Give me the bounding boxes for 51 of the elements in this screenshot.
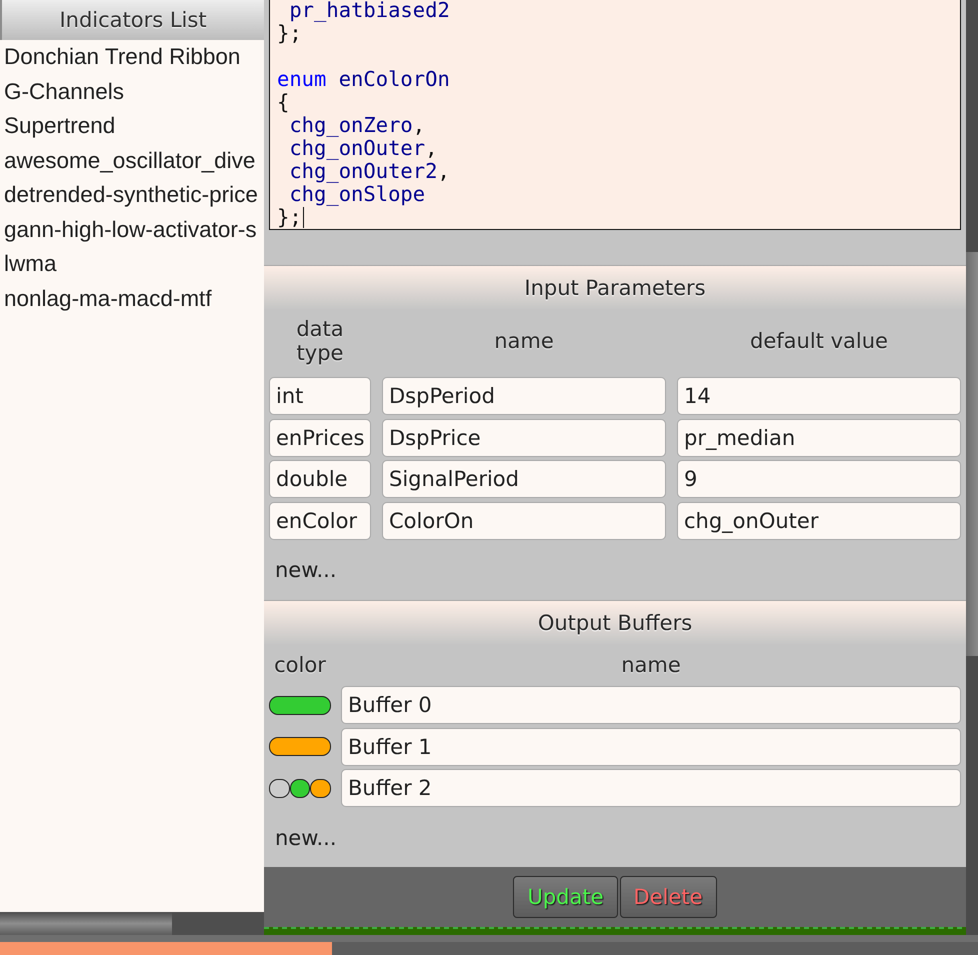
list-item[interactable]: Donchian Trend Ribbon xyxy=(0,40,264,74)
column-header: data type xyxy=(296,317,344,365)
data-type-field[interactable]: enColor xyxy=(269,502,371,540)
code-line: { xyxy=(277,91,290,114)
code-line: chg_onZero, xyxy=(288,114,426,137)
section-header: Output Buffers xyxy=(264,601,966,645)
list-item[interactable]: Supertrend xyxy=(0,109,264,144)
default-value-field[interactable]: 14 xyxy=(677,377,961,415)
code-line: pr_hatbiased2 xyxy=(288,0,450,22)
data-type-field[interactable]: double xyxy=(269,460,371,498)
update-button[interactable]: Update xyxy=(513,876,618,918)
scrollbar-thumb[interactable] xyxy=(0,912,172,935)
panel-header: Indicators List xyxy=(0,0,264,40)
list-item[interactable]: awesome_oscillator_dive xyxy=(0,144,264,178)
default-value-field[interactable]: 9 xyxy=(677,460,961,498)
code-line: chg_onOuter, xyxy=(288,137,438,160)
column-header: name xyxy=(621,653,681,677)
code-line: }; xyxy=(277,206,302,229)
default-value-field[interactable]: chg_onOuter xyxy=(677,502,961,540)
column-header: default value xyxy=(750,329,888,353)
code-line: enum enColorOn xyxy=(277,68,450,91)
section-header: Input Parameters xyxy=(264,266,966,310)
color-swatch-icon[interactable] xyxy=(269,696,331,714)
code-line: chg_onOuter2, xyxy=(288,160,450,183)
list-item[interactable]: G-Channels xyxy=(0,74,264,109)
name-field[interactable]: ColorOn xyxy=(382,502,666,540)
data-type-field[interactable]: int xyxy=(269,377,371,415)
color-swatch-icon[interactable] xyxy=(269,778,290,798)
data-type-field[interactable]: enPrices xyxy=(269,418,371,456)
new-link[interactable]: new... xyxy=(275,555,337,585)
color-swatch-icon[interactable] xyxy=(310,778,332,798)
buffer-name-field[interactable]: Buffer 0 xyxy=(341,686,961,724)
color-swatch-icon[interactable] xyxy=(269,737,331,756)
name-field[interactable]: DspPeriod xyxy=(382,377,666,415)
default-value-field[interactable]: pr_median xyxy=(677,418,961,456)
list-item[interactable]: lwma xyxy=(0,247,264,282)
name-field[interactable]: SignalPeriod xyxy=(382,460,666,498)
scrollbar-thumb[interactable] xyxy=(966,252,978,656)
buffer-name-field[interactable]: Buffer 1 xyxy=(341,728,961,766)
list-item[interactable]: nonlag-ma-macd-mtf xyxy=(0,282,264,316)
new-link[interactable]: new... xyxy=(275,823,337,853)
color-swatch-icon[interactable] xyxy=(290,778,310,798)
buffer-name-field[interactable]: Buffer 2 xyxy=(341,769,961,807)
column-header: name xyxy=(494,329,554,353)
list-item[interactable]: detrended-synthetic-price xyxy=(0,178,264,212)
code-line: chg_onSlope xyxy=(288,183,426,206)
column-header: color xyxy=(274,653,326,677)
list-item[interactable]: gann-high-low-activator-s xyxy=(0,212,264,247)
name-field[interactable]: DspPrice xyxy=(382,418,666,456)
code-editor[interactable]: pr_hatbiased2 }; enum enColorOn { chg_onZero, chg_onOuter, chg_onOuter2, chg_onSlope }; xyxy=(269,0,961,230)
code-line: }; xyxy=(277,22,302,45)
